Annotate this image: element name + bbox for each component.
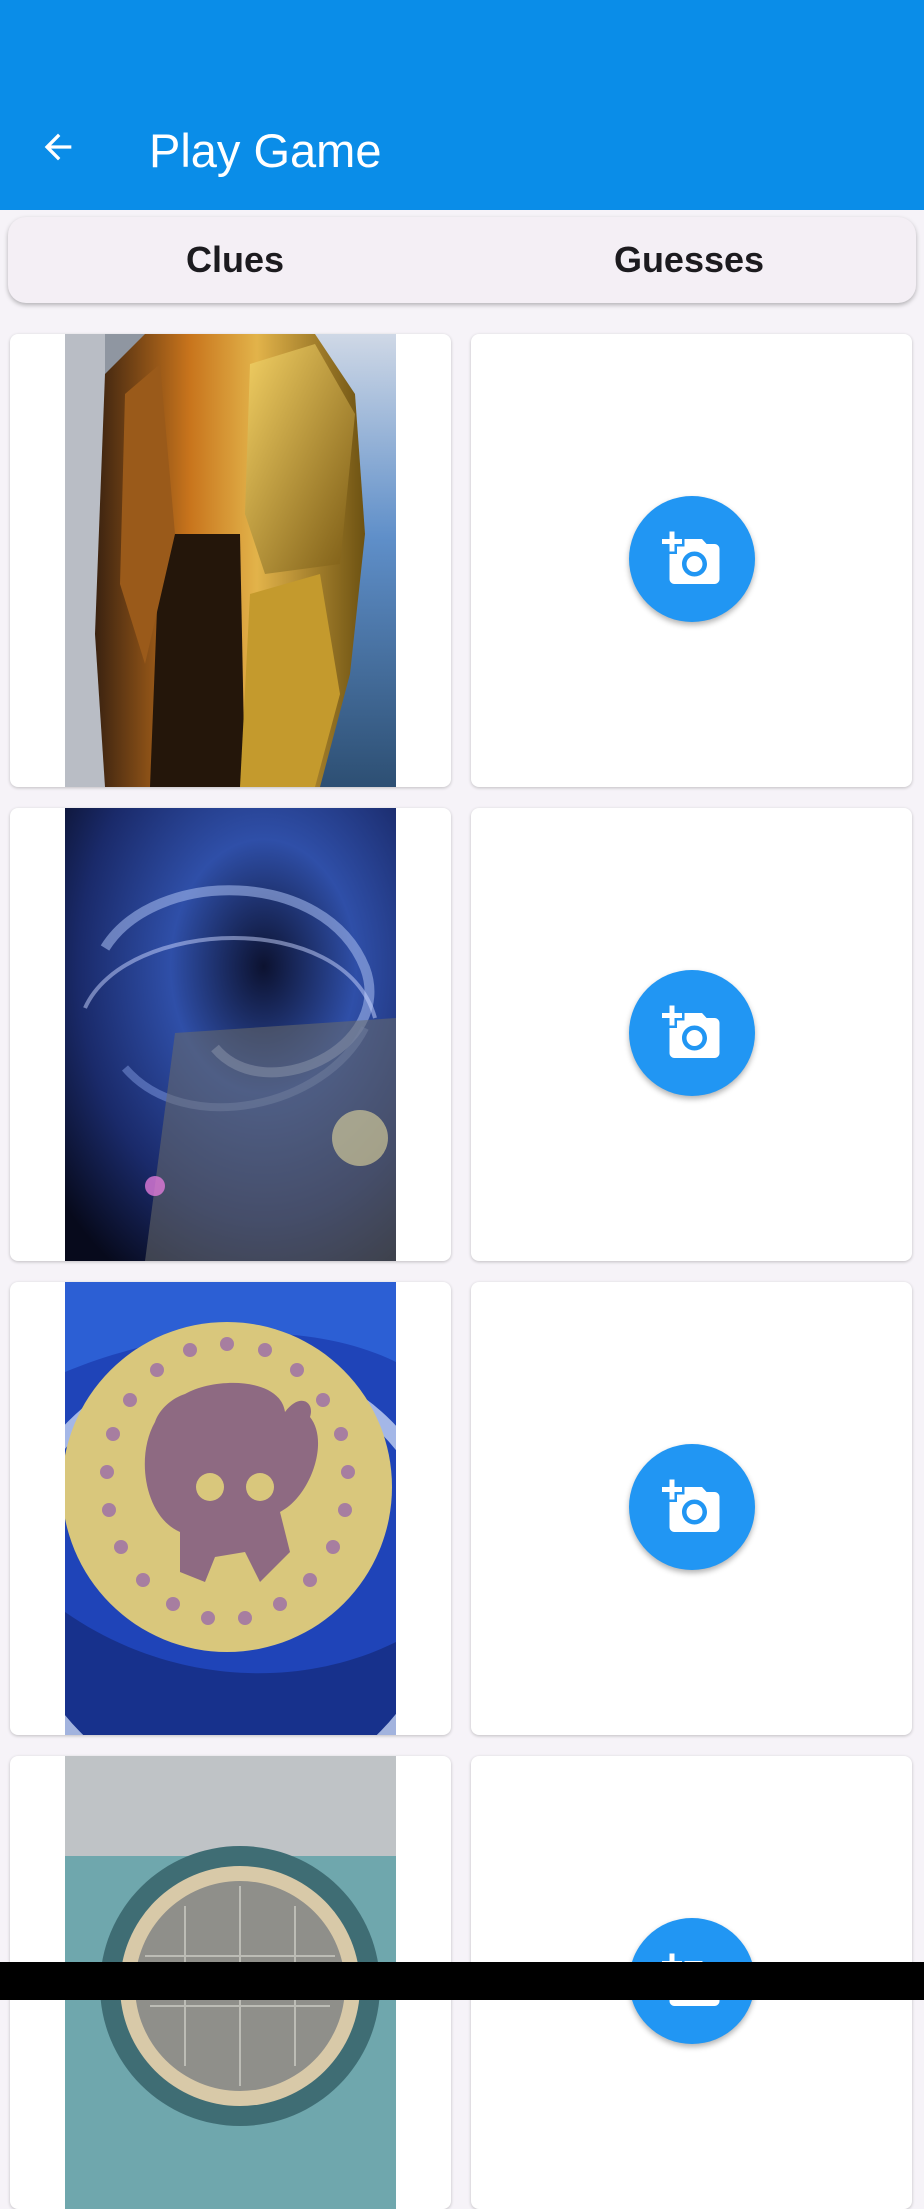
clue-card[interactable] [10,334,451,787]
add-a-photo-icon [662,531,720,584]
clue-image-galaxy [65,808,396,1261]
add-a-photo-icon [662,1479,720,1532]
add-photo-button[interactable] [629,1444,755,1570]
back-button[interactable] [28,117,88,177]
clue-card[interactable] [10,808,451,1261]
tab-bar: Clues Guesses [8,217,916,303]
add-photo-button[interactable] [629,496,755,622]
tab-clues[interactable]: Clues [8,217,462,303]
guess-card [471,808,912,1261]
system-nav-bar [0,1962,924,2000]
clue-image-skull-emblem [65,1282,396,1735]
app-bar: Play Game [0,0,924,210]
clue-image-gold-vase [65,334,396,787]
tab-guesses[interactable]: Guesses [462,217,916,303]
page-title: Play Game [149,124,382,177]
guess-card [471,334,912,787]
clue-card[interactable] [10,1282,451,1735]
arrow-back-icon [44,133,72,161]
guess-card [471,1282,912,1735]
add-photo-button[interactable] [629,970,755,1096]
add-a-photo-icon [662,1005,720,1058]
